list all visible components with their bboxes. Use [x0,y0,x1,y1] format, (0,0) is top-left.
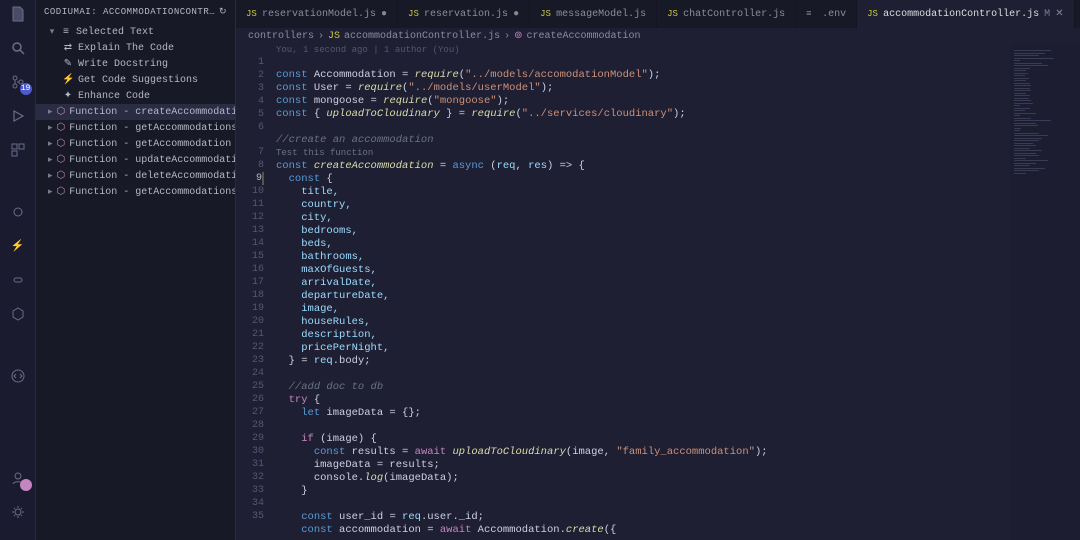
sidebar-title: CODIUMAI: ACCOMMODATIONCONTROLLE... [44,7,219,17]
codelens-test[interactable]: Test this function [276,148,373,158]
tab-reservation[interactable]: JSreservation.js● [398,0,530,28]
codelens-author: You, 1 second ago | 1 author (You) [276,44,460,56]
explain-icon: ⇄ [62,42,74,54]
notif-badge [20,479,32,491]
fn-node-5[interactable]: ▸⬡Function - getAccommodationsByFil... [36,184,235,200]
modified-dot-icon: ● [381,9,387,20]
hex-icon[interactable] [8,304,28,324]
enhance-icon: ✦ [62,90,74,102]
sidebar-header: CODIUMAI: ACCOMMODATIONCONTROLLE... ↻ [36,0,235,24]
bolt-icon[interactable]: ⚡ [8,236,28,256]
breadcrumb[interactable]: controllers› JS accommodationController.… [236,28,1080,44]
cmd-suggest[interactable]: ⚡Get Code Suggestions [36,72,235,88]
function-icon: ⬡ [57,106,66,118]
tab-reservation-model[interactable]: JSreservationModel.js● [236,0,398,28]
js-icon: JS [246,9,257,19]
activity-bar: 19 ⚡ [0,0,36,540]
gear-icon[interactable] [8,502,28,522]
search-icon[interactable] [8,38,28,58]
tab-bar: JSreservationModel.js● JSreservation.js●… [236,0,1080,28]
method-icon: ⊚ [514,30,522,42]
pill-icon[interactable] [8,270,28,290]
close-icon[interactable]: ✕ [1055,8,1063,20]
extensions-icon[interactable] [8,140,28,160]
fn-node-3[interactable]: ▸⬡Function - updateAccommodation [36,152,235,168]
tab-chat-controller[interactable]: JSchatController.js [657,0,796,28]
chevron-right-icon: ▸ [48,107,53,117]
files-icon[interactable] [8,4,28,24]
gutter: 123456 789101112131415161718192021222324… [236,44,276,540]
cmd-docstring[interactable]: ✎Write Docstring [36,56,235,72]
fn-node-1[interactable]: ▸⬡Function - getAccommodations [36,120,235,136]
fn-node-2[interactable]: ▸⬡Function - getAccommodation [36,136,235,152]
cmd-explain[interactable]: ⇄Explain The Code [36,40,235,56]
ai-icon[interactable] [8,202,28,222]
cmd-enhance[interactable]: ✦Enhance Code [36,88,235,104]
refresh-icon[interactable]: ↻ [219,7,227,17]
write-icon: ✎ [62,58,74,70]
sidebar-panel: CODIUMAI: ACCOMMODATIONCONTROLLE... ↻ ▾ … [36,0,236,540]
chevron-down-icon: ▾ [48,27,56,37]
codium-icon[interactable] [8,366,28,386]
tab-accommodation-controller[interactable]: JSaccommodationController.js M ✕ [857,0,1074,28]
editor[interactable]: You, 1 second ago | 1 author (You) 12345… [236,44,1080,540]
editor-area: JSreservationModel.js● JSreservation.js●… [236,0,1080,540]
fn-node-0[interactable]: ▸⬡Function - createAccommodation [36,104,235,120]
tab-message-model[interactable]: JSmessageModel.js [530,0,657,28]
tab-env[interactable]: ≡.env [796,0,857,28]
suggest-icon: ⚡ [62,74,74,86]
minimap[interactable] [1010,44,1080,540]
scm-badge: 19 [20,83,32,95]
selected-text-label: Selected Text [76,27,154,38]
selected-text-node[interactable]: ▾ ≡ Selected Text [36,24,235,40]
fn-node-4[interactable]: ▸⬡Function - deleteAccommodation [36,168,235,184]
selection-icon: ≡ [60,27,72,38]
account-icon[interactable] [8,468,28,488]
editor-actions: ⇆ ◫ ▷ ⟳ ⫿ ⋯ [1075,0,1080,28]
source-control-icon[interactable]: 19 [8,72,28,92]
code-content[interactable]: const Accommodation = require("../models… [276,44,1010,540]
debug-icon[interactable] [8,106,28,126]
